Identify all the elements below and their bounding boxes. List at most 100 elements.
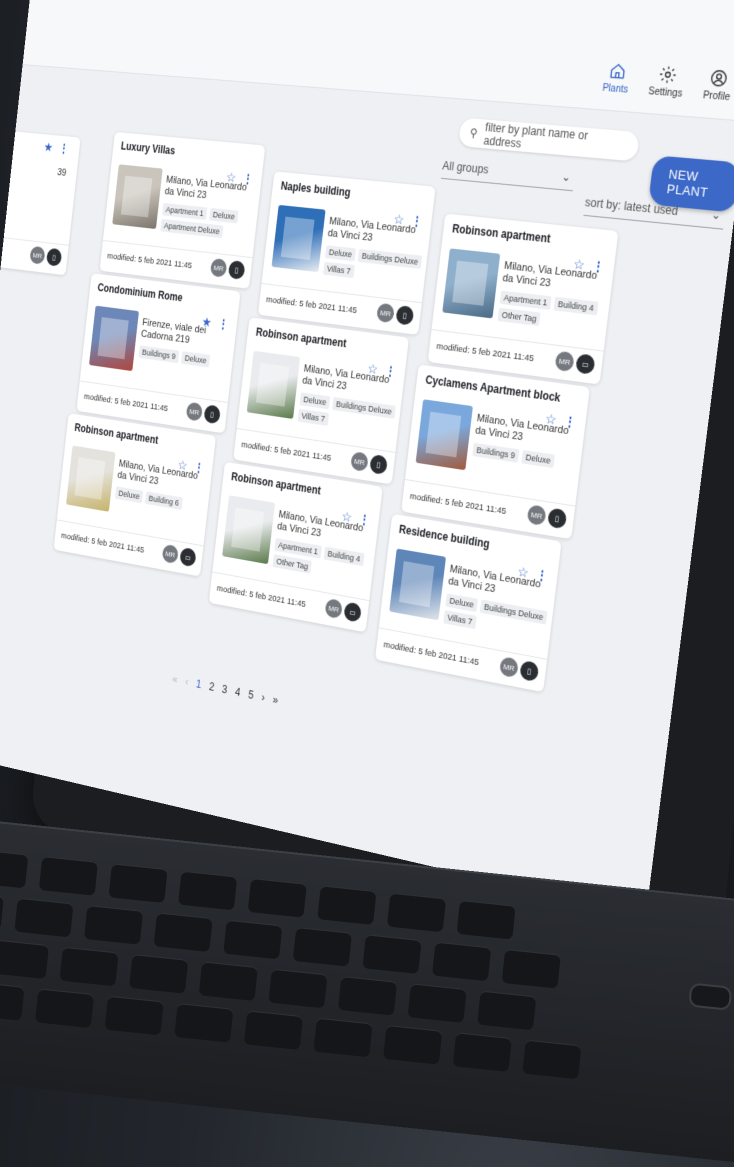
page-2[interactable]: 2 [208,680,215,694]
keyboard-key [432,941,492,982]
card-modified: modified: 5 feb 2021 11:45 [382,639,480,669]
first-page-button[interactable]: « [172,673,179,686]
plant-card[interactable]: Robinson apartment ☆ ⋮ Milano, Via Leona… [53,413,217,577]
monitor-icon[interactable]: ▭ [575,353,596,375]
plant-card[interactable]: Residence building ☆ ⋮ Milano, Via Leona… [374,513,562,693]
keyboard-key [456,899,516,940]
building-shape [120,175,153,218]
plant-card[interactable]: Condominium Rome ★ ⋮ Firenze, viale dei … [76,273,241,434]
groups-select[interactable]: All groups ⌄ [440,152,577,192]
mr-badge[interactable]: MR [499,656,519,679]
card-tag: Apartment Deluxe [160,218,224,239]
mr-badge[interactable]: MR [161,543,179,565]
card-tag: Deluxe [521,449,555,469]
card-tag: Other Tag [272,554,313,574]
keyboard-key [243,1010,304,1050]
building-shape [425,411,462,458]
mr-badge[interactable]: MR [185,401,204,422]
phone-icon[interactable]: ▯ [547,507,568,530]
plant-card[interactable]: Robinson apartment ☆ ⋮ Milano, Via Leona… [233,317,410,485]
page-1[interactable]: 1 [195,677,202,690]
search-field[interactable]: ⚲ filter by plant name or address [457,117,641,162]
nav-settings[interactable]: Settings [648,64,686,100]
page-5[interactable]: 5 [248,688,255,702]
plant-card[interactable]: Naples building ☆ ⋮ Milano, Via Leonardo… [257,171,436,335]
chevron-down-icon: ⌄ [560,169,572,184]
monitor-icon[interactable]: ▭ [343,601,362,623]
mr-badge[interactable]: MR [324,597,343,620]
plant-thumbnail [112,164,163,230]
card-tags: Apartment 1 Building 4 Other Tag [497,290,606,334]
keyboard-key [38,856,99,896]
card-tag: Buildings Deluxe [357,248,423,269]
page-4[interactable]: 4 [234,685,241,699]
card-tag: Other Tag [497,307,541,327]
keyboard-key [292,926,353,967]
nav-plants[interactable]: Plants [602,61,632,96]
prev-page-button[interactable]: ‹ [185,675,189,688]
mr-badge[interactable]: MR [209,257,228,278]
mr-badge[interactable]: MR [376,302,395,324]
phone-icon[interactable]: ▯ [369,454,389,476]
keyboard-key [268,968,328,1009]
card-modified: modified: 5 feb 2021 11:45 [106,251,193,271]
keyboard-key [104,995,164,1036]
mr-badge[interactable]: MR [350,451,369,473]
card-footer-icons: MR ▯ [185,401,221,425]
phone-icon[interactable]: ▯ [203,404,221,425]
nav-profile[interactable]: Profile [702,67,733,103]
card-tag: Deluxe [181,351,211,368]
card-tag: Villas 7 [443,610,477,630]
page-3[interactable]: 3 [221,683,228,697]
card-tag: Deluxe [324,245,357,262]
plant-card[interactable]: Cyclamens Apartment block ☆ ⋮ Milano, Vi… [401,364,590,540]
keyboard-key [407,983,467,1023]
keyboard-key [108,863,168,904]
keyboard-key [178,870,238,911]
user-icon [708,68,730,89]
keyboard-key [386,892,447,933]
gear-icon [657,64,678,85]
keyboard-key [153,912,213,953]
phone-icon[interactable]: ▯ [227,260,246,280]
card-tag: Deluxe [445,593,478,613]
last-page-button[interactable]: » [272,693,279,707]
star-icon[interactable]: ★ [43,140,54,156]
sort-select-value: sort by: latest used [584,194,679,218]
card-tag: Buildings 9 [138,345,180,364]
more-icon[interactable]: ⋮ [58,141,70,157]
keyboard-key [247,878,307,918]
partial-card[interactable]: ★ ⋮ 39 MR ▯ [0,126,81,276]
mr-badge[interactable]: MR [526,504,547,527]
plant-thumbnail [246,350,301,419]
phone-icon[interactable]: ▯ [45,247,63,267]
building-shape [398,561,435,608]
card-tags: Apartment 1 Deluxe Apartment Deluxe [160,202,255,242]
phone-icon[interactable]: ▯ [395,304,415,326]
keyboard-key [337,975,398,1016]
monitor-icon[interactable]: ▭ [179,546,197,568]
plant-thumbnail [389,548,447,621]
keyboard-key [501,948,561,989]
plant-card[interactable]: Luxury Villas ☆ ⋮ Milano, Via Leonardo d… [99,131,266,289]
card-footer-icons: MR ▭ [161,543,197,568]
card-tag: Villas 7 [297,408,330,426]
keyboard-key [0,981,25,1021]
next-page-button[interactable]: › [261,691,266,704]
card-title: Luxury Villas [120,139,176,158]
card-modified: modified: 5 feb 2021 11:45 [409,491,507,517]
mr-badge[interactable]: MR [29,245,46,265]
keyboard-key [174,1003,234,1043]
keyboard-key [0,939,50,980]
phone-icon[interactable]: ▯ [519,659,540,683]
plant-card[interactable]: Robinson apartment ☆ ⋮ Milano, Via Leona… [427,213,619,385]
partial-text: 39 [56,167,67,179]
plant-card[interactable]: Robinson apartment ☆ ⋮ Milano, Via Leona… [208,461,383,633]
mr-badge[interactable]: MR [554,350,575,373]
card-actions: ★ ⋮ [43,140,70,157]
plant-thumbnail [415,399,473,471]
power-button [688,982,733,1011]
card-title: Cyclamens Apartment block [424,373,562,405]
card-footer-icons: MR ▭ [324,597,362,623]
card-tag: Apartment 1 [499,290,552,310]
